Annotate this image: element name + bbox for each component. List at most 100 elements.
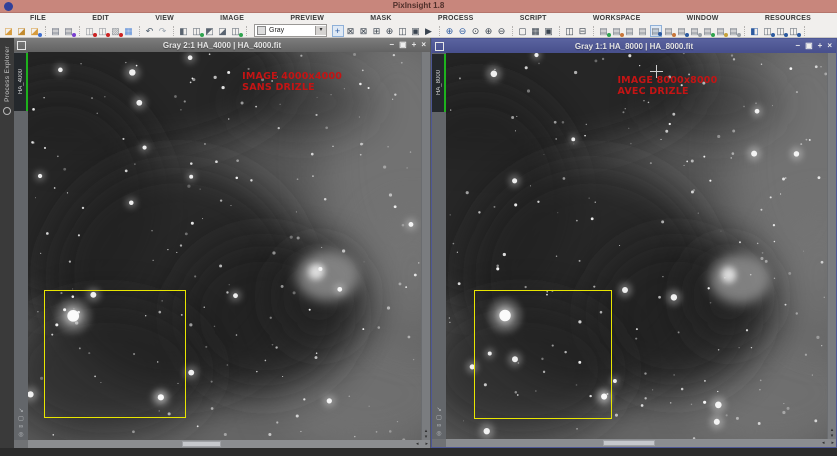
explorer-panel-icon[interactable]: ◧ (749, 25, 761, 37)
stf-auto-icon[interactable]: ▤ (649, 24, 662, 37)
vertical-scrollbar[interactable]: ▴ ▾ (827, 53, 836, 439)
redo-icon[interactable]: ↷ (157, 25, 169, 37)
zoom-1-1-icon[interactable]: ⊙ (470, 25, 482, 37)
clone-view-left-icon[interactable]: ◩ (204, 25, 216, 37)
close-button[interactable]: × (421, 38, 426, 52)
edit-preview-mode-icon[interactable]: ▣ (410, 25, 422, 37)
view-selector-tab-ha8000[interactable]: HA_8000 (432, 54, 446, 112)
view-options-icon[interactable]: ◎ (436, 431, 441, 438)
save-image-icon[interactable]: ▨ (110, 25, 123, 37)
preview-region-rect[interactable] (44, 290, 186, 418)
stf-reset-icon[interactable]: ▤ (624, 25, 636, 37)
window-menu-icon[interactable] (435, 41, 444, 51)
zoom-out-mode-icon[interactable]: ⊠ (358, 25, 370, 37)
zoom-in-mode-icon[interactable]: ⊠ (345, 25, 357, 37)
hscroll-track[interactable] (28, 440, 414, 448)
color-space-select[interactable]: Gray ▾ (254, 24, 327, 37)
menu-edit[interactable]: EDIT (92, 15, 109, 22)
new-preview-mode-icon[interactable]: ◫ (397, 25, 409, 37)
shade-button[interactable]: ▣ (399, 38, 407, 52)
clone-view-right-icon[interactable]: ◪ (217, 25, 229, 37)
format-explorer-panel-icon[interactable]: ◫ (775, 25, 788, 37)
save-icon[interactable]: ▤ (50, 25, 62, 37)
hscroll-thumb[interactable] (182, 441, 221, 447)
zoom-out-icon[interactable]: ⊖ (457, 25, 469, 37)
scroll-down-icon[interactable]: ▾ (828, 433, 836, 439)
fit-window-icon[interactable]: ⊟ (577, 25, 589, 37)
hscroll-thumb[interactable] (603, 440, 656, 446)
shade-button[interactable]: ▣ (805, 39, 813, 53)
pan-image-icon[interactable]: ⊞ (371, 25, 383, 37)
zoom-in-icon[interactable]: ⊕ (444, 25, 456, 37)
menu-view[interactable]: VIEW (155, 15, 174, 22)
close-all-images-icon[interactable]: ◫ (97, 25, 110, 37)
fit-view-icon[interactable]: ▢ (18, 416, 24, 423)
split-view-icon[interactable]: ◫ (564, 25, 576, 37)
resize-corner-icon[interactable]: ↘ (436, 407, 441, 414)
iconize-button[interactable]: − (795, 39, 800, 53)
stf-copy-icon[interactable]: ▤ (637, 25, 649, 37)
hscroll-track[interactable] (446, 439, 820, 447)
stf-link-icon[interactable]: ▤ (663, 25, 676, 37)
scroll-left-icon[interactable]: ◂ (416, 441, 419, 447)
close-button[interactable]: × (827, 39, 832, 53)
stf-blue-icon[interactable]: ▤ (676, 25, 689, 37)
image-canvas-ha4000[interactable]: IMAGE 4000x4000 SANS DRIZLE (28, 52, 421, 440)
resize-corner-icon[interactable]: ↘ (18, 408, 23, 415)
stf-green-icon[interactable]: ▤ (702, 25, 715, 37)
scroll-right-icon[interactable]: ▸ (831, 440, 834, 446)
window-titlebar[interactable]: Gray 2:1 HA_4000 | HA_4000.fit − ▣ + × (14, 38, 430, 52)
menu-file[interactable]: FILE (30, 15, 46, 22)
scroll-down-icon[interactable]: ▾ (422, 434, 430, 440)
open-blue-folder-icon[interactable]: ◪ (29, 25, 42, 37)
menu-process[interactable]: PROCESS (438, 15, 474, 22)
stf-yellow-icon[interactable]: ▤ (715, 25, 728, 37)
menu-image[interactable]: IMAGE (220, 15, 244, 22)
stf-enable-icon[interactable]: ▤ (598, 25, 611, 37)
history-explorer-panel-icon[interactable]: ◫ (788, 25, 801, 37)
menu-workspace[interactable]: WORKSPACE (593, 15, 641, 22)
center-image-icon[interactable]: ⊕ (384, 25, 396, 37)
maximize-button[interactable]: + (818, 39, 823, 53)
pan-mode-icon[interactable]: + (331, 24, 344, 37)
horizontal-scrollbar[interactable]: ◂ ▸ (14, 440, 430, 448)
open-folder-icon[interactable]: ◪ (3, 25, 15, 37)
menu-preview[interactable]: PREVIEW (290, 15, 324, 22)
preview-region-rect[interactable] (473, 290, 613, 419)
open-recent-folder-icon[interactable]: ◪ (16, 25, 28, 37)
image-container-icon[interactable]: ▦ (123, 25, 135, 37)
vertical-scrollbar[interactable]: ▴ ▾ (421, 52, 430, 440)
window-titlebar[interactable]: Gray 1:1 HA_8000 | HA_8000.fit − ▣ + × (432, 39, 836, 53)
menu-resources[interactable]: RESOURCES (765, 15, 811, 22)
fit-view-icon[interactable]: ◧ (178, 25, 190, 37)
window-menu-icon[interactable] (17, 40, 26, 50)
menu-script[interactable]: SCRIPT (520, 15, 547, 22)
maximize-button[interactable]: + (412, 38, 417, 52)
save-as-icon[interactable]: ▤ (63, 25, 76, 37)
iconize-button[interactable]: − (389, 38, 394, 52)
scroll-left-icon[interactable]: ◂ (822, 440, 825, 446)
scroll-right-icon[interactable]: ▸ (425, 441, 428, 447)
link-views-icon[interactable]: ∞ (19, 424, 23, 431)
close-image-icon[interactable]: ◫ (84, 25, 97, 37)
menu-window[interactable]: WINDOW (687, 15, 719, 22)
stf-gray-icon[interactable]: ▤ (689, 25, 702, 37)
select-arrow-icon[interactable]: ▶ (423, 25, 435, 37)
fit-view-icon[interactable]: ▢ (436, 415, 442, 422)
view-selector-tab-ha4000[interactable]: HA_4000 (14, 53, 28, 111)
drag-preview-icon[interactable]: ▣ (543, 25, 555, 37)
undo-icon[interactable]: ↶ (144, 25, 156, 37)
track-view-icon[interactable]: ◫ (230, 25, 243, 37)
select-rectangle-icon[interactable]: ▢ (517, 25, 529, 37)
process-explorer-panel-tab[interactable]: Process Explorer (0, 38, 14, 448)
horizontal-scrollbar[interactable]: ◂ ▸ (432, 439, 836, 447)
link-views-icon[interactable]: ∞ (437, 423, 441, 430)
stf-auto-stretch-icon[interactable]: ◫ (191, 25, 204, 37)
process-console-panel-icon[interactable]: ◫ (762, 25, 775, 37)
select-preview-icon[interactable]: ▦ (530, 25, 542, 37)
image-canvas-ha8000[interactable]: IMAGE 8000x8000 AVEC DRIZLE (446, 53, 827, 439)
stf-neutral-icon[interactable]: ▤ (728, 25, 741, 37)
zoom-out-center-icon[interactable]: ⊖ (496, 25, 508, 37)
menu-mask[interactable]: MASK (370, 15, 391, 22)
view-options-icon[interactable]: ◎ (18, 432, 23, 439)
